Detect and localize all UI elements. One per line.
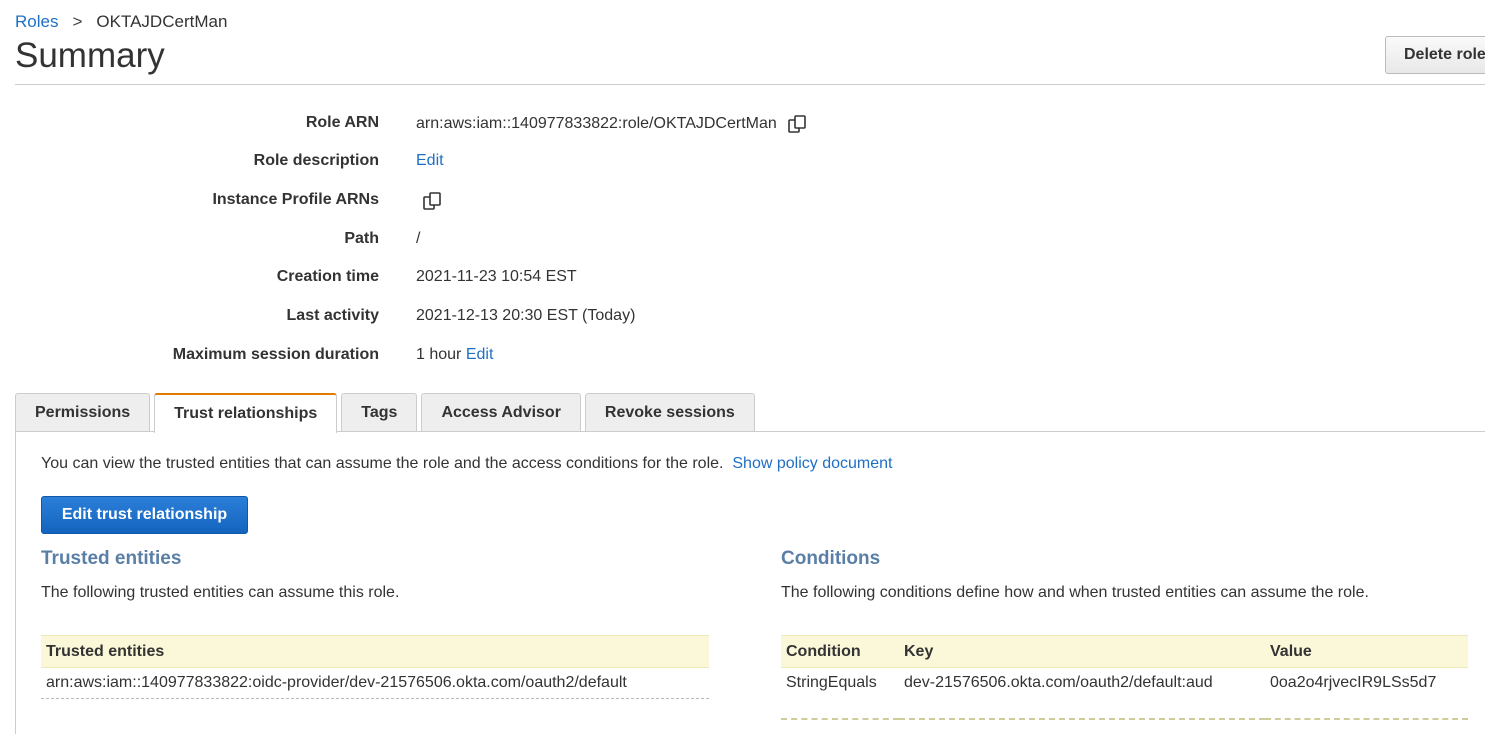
page-title: Summary <box>15 36 165 75</box>
path-label: Path <box>344 230 379 247</box>
table-row: arn:aws:iam::140977833822:oidc-provider/… <box>41 668 709 699</box>
copy-icon[interactable] <box>422 191 442 211</box>
creation-time-label: Creation time <box>276 268 379 285</box>
table-cell: dev-21576506.okta.com/oauth2/default:aud <box>904 674 1213 691</box>
role-arn-value: arn:aws:iam::140977833822:role/OKTAJDCer… <box>416 114 807 134</box>
trusted-entities-heading: Trusted entities <box>41 548 182 569</box>
trusted-entities-table: Trusted entities arn:aws:iam::1409778338… <box>41 635 709 699</box>
breadcrumb: Roles > OKTAJDCertMan <box>15 12 227 32</box>
edit-trust-relationship-button[interactable]: Edit trust relationship <box>41 496 248 534</box>
edit-session-link[interactable]: Edit <box>466 346 494 363</box>
table-cell: arn:aws:iam::140977833822:oidc-provider/… <box>46 674 627 691</box>
breadcrumb-current: OKTAJDCertMan <box>96 12 228 31</box>
column-header: Condition <box>781 635 899 668</box>
column-header: Key <box>899 635 1265 668</box>
role-arn-text: arn:aws:iam::140977833822:role/OKTAJDCer… <box>416 115 777 133</box>
creation-time-value: 2021-11-23 10:54 EST <box>416 268 577 285</box>
max-session-value: 1 hour Edit <box>416 346 493 364</box>
copy-icon[interactable] <box>787 114 807 134</box>
table-row: StringEquals dev-21576506.okta.com/oauth2… <box>781 668 1468 699</box>
conditions-table: Condition Key Value StringEquals dev-215765… <box>781 635 1468 720</box>
last-activity-value: 2021-12-13 20:30 EST (Today) <box>416 307 636 324</box>
divider <box>15 84 1485 85</box>
table-cell: StringEquals <box>786 674 877 691</box>
column-header: Trusted entities <box>41 635 709 668</box>
tab-access-advisor[interactable]: Access Advisor <box>421 393 581 431</box>
breadcrumb-roles-link[interactable]: Roles <box>15 12 58 31</box>
intro-text: You can view the trusted entities that c… <box>41 455 724 472</box>
tab-permissions[interactable]: Permissions <box>15 393 151 431</box>
tab-trust-relationships[interactable]: Trust relationships <box>154 393 338 433</box>
tab-revoke-sessions[interactable]: Revoke sessions <box>584 393 755 431</box>
show-policy-link[interactable]: Show policy document <box>732 455 892 472</box>
table-cell: 0oa2o4rjvecIR9LSs5d7 <box>1270 674 1437 691</box>
conditions-heading: Conditions <box>781 548 881 569</box>
max-session-text: 1 hour <box>416 346 462 363</box>
chevron-right-icon: > <box>72 12 83 31</box>
tab-tags[interactable]: Tags <box>341 393 418 431</box>
delete-role-button[interactable]: Delete role <box>1385 36 1485 74</box>
conditions-desc: The following conditions define how and … <box>781 584 1369 601</box>
path-value: / <box>416 230 421 247</box>
table-divider <box>781 698 1468 719</box>
edit-description-link[interactable]: Edit <box>416 152 444 170</box>
column-header: Value <box>1265 635 1468 668</box>
role-description-label: Role description <box>253 152 379 169</box>
trust-intro: You can view the trusted entities that c… <box>41 455 892 473</box>
trusted-entities-desc: The following trusted entities can assum… <box>41 584 400 601</box>
last-activity-label: Last activity <box>286 307 379 324</box>
role-arn-label: Role ARN <box>305 114 379 131</box>
tab-bar: Permissions Trust relationships Tags Acc… <box>15 393 755 433</box>
instance-profile-label: Instance Profile ARNs <box>212 191 379 208</box>
max-session-label: Maximum session duration <box>172 346 379 363</box>
